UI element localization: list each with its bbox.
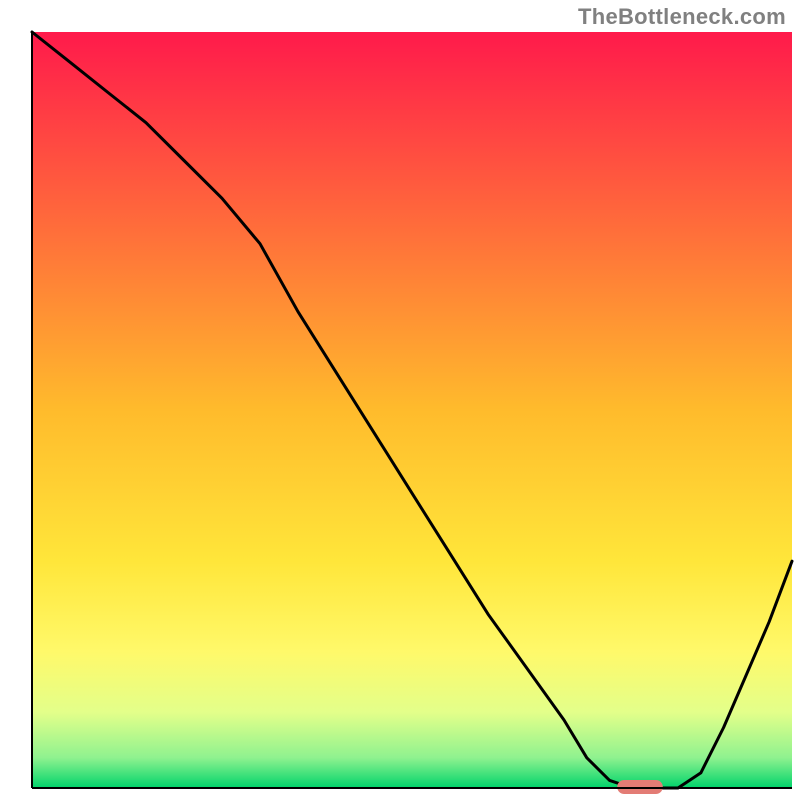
plot-background — [32, 32, 792, 788]
chart-container: TheBottleneck.com — [0, 0, 800, 800]
watermark-text: TheBottleneck.com — [578, 4, 786, 30]
bottleneck-chart — [0, 0, 800, 800]
